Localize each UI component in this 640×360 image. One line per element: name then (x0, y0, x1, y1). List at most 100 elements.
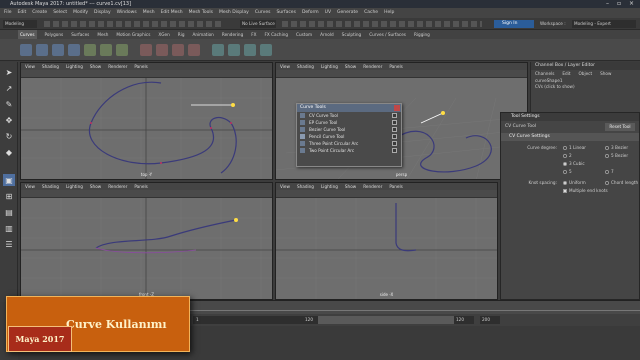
shelf-tab-polygons[interactable]: Polygons (45, 30, 64, 39)
cb-menu-edit[interactable]: Edit (562, 70, 570, 78)
curve-path[interactable] (395, 130, 492, 173)
rotate-tool-icon[interactable]: ↻ (3, 130, 15, 142)
menu-mesh[interactable]: Mesh (143, 8, 155, 18)
four-pane-icon[interactable]: ⊞ (3, 190, 15, 202)
bezier-curve-tool-item[interactable]: Bezier Curve Tool (297, 126, 401, 133)
shelf-tab-rendering[interactable]: Rendering (222, 30, 243, 39)
vp-menu-view[interactable]: View (280, 183, 290, 190)
circle-icon[interactable] (100, 44, 112, 56)
close-icon[interactable]: × (629, 0, 634, 8)
vp-menu-renderer[interactable]: Renderer (363, 183, 382, 190)
vp-menu-view[interactable]: View (25, 63, 35, 70)
menu-surfaces[interactable]: Surfaces (276, 8, 296, 18)
menu-create[interactable]: Create (32, 8, 47, 18)
close-icon[interactable] (394, 105, 400, 111)
status-line-tool-icons[interactable] (44, 21, 224, 27)
shelf-tab-arnold[interactable]: Arnold (320, 30, 334, 39)
viewport-toolbar[interactable] (21, 70, 272, 78)
shelf-tab-custom[interactable]: Custom (296, 30, 312, 39)
sign-in-button[interactable]: Sign In (494, 20, 534, 28)
shelf-tab-xgen[interactable]: XGen (158, 30, 169, 39)
workspace-dropdown[interactable]: Modeling - Expert (572, 20, 636, 28)
cvs-link[interactable]: CVs (click to show) (531, 84, 640, 90)
vp-menu-view[interactable]: View (280, 63, 290, 70)
vp-menu-lighting[interactable]: Lighting (321, 183, 338, 190)
menu-deform[interactable]: Deform (302, 8, 319, 18)
menu-generate[interactable]: Generate (337, 8, 358, 18)
checkbox[interactable] (392, 134, 397, 139)
attach-curves-icon[interactable] (140, 44, 152, 56)
selected-cv[interactable] (441, 111, 445, 115)
shelf-tab-rigging[interactable]: Rigging (414, 30, 430, 39)
square-icon[interactable] (116, 44, 128, 56)
vp-menu-renderer[interactable]: Renderer (108, 183, 127, 190)
range-bar[interactable] (309, 316, 459, 324)
vp-menu-lighting[interactable]: Lighting (321, 63, 338, 70)
checkbox[interactable] (392, 127, 397, 132)
cb-menu-channels[interactable]: Channels (535, 70, 554, 78)
outliner-icon[interactable]: ☰ (3, 238, 15, 250)
shelf-tab-fx-caching[interactable]: FX Caching (265, 30, 289, 39)
shelf-tab-sculpting[interactable]: Sculpting (342, 30, 362, 39)
select-tool-icon[interactable]: ➤ (3, 66, 15, 78)
viewport-top[interactable]: View Shading Lighting Show Renderer Pane… (20, 62, 273, 180)
menu-edit[interactable]: Edit (18, 8, 27, 18)
degree-option-7[interactable]: 7 (605, 168, 614, 176)
loft-icon[interactable] (228, 44, 240, 56)
scale-tool-icon[interactable]: ◆ (3, 146, 15, 158)
reverse-curve-icon[interactable] (188, 44, 200, 56)
menu-file[interactable]: File (4, 8, 12, 18)
planar-icon[interactable] (260, 44, 272, 56)
multiple-end-knots-checkbox[interactable]: Multiple end knots (563, 187, 608, 195)
selected-cv[interactable] (231, 103, 235, 107)
minimize-icon[interactable]: – (606, 0, 609, 8)
vp-menu-show[interactable]: Show (90, 183, 101, 190)
vp-menu-panels[interactable]: Panels (389, 183, 402, 190)
persp-graph-icon[interactable]: ▥ (3, 222, 15, 234)
menu-help[interactable]: Help (384, 8, 394, 18)
cv-curve-settings-section[interactable]: CV Curve Settings (501, 133, 639, 141)
menu-cache[interactable]: Cache (364, 8, 378, 18)
shelf-tab-curves[interactable]: Curves (18, 30, 37, 39)
viewport-toolbar[interactable] (276, 190, 497, 198)
ep-curve-icon[interactable] (36, 44, 48, 56)
viewport-front[interactable]: View Shading Lighting Show Renderer Pane… (20, 182, 273, 300)
move-tool-icon[interactable]: ✥ (3, 114, 15, 126)
vp-menu-panels[interactable]: Panels (134, 183, 147, 190)
ep-curve-tool-item[interactable]: EP Curve Tool (297, 119, 401, 126)
cv-curve-tool-item[interactable]: CV Curve Tool (297, 112, 401, 119)
menu-display[interactable]: Display (94, 8, 111, 18)
checkbox[interactable] (392, 148, 397, 153)
curve-path[interactable] (95, 219, 237, 249)
maximize-icon[interactable]: ▫ (617, 0, 621, 8)
knot-option-uniform[interactable]: Uniform (563, 179, 586, 187)
viewport-canvas[interactable]: front -Z (21, 198, 272, 299)
arc-icon[interactable] (84, 44, 96, 56)
vp-menu-panels[interactable]: Panels (134, 63, 147, 70)
extrude-icon[interactable] (244, 44, 256, 56)
degree-option-3-bezier[interactable]: 3 Bezier (605, 144, 628, 152)
degree-option-5[interactable]: 5 (563, 168, 572, 176)
shelf-tab-rig[interactable]: Rig (178, 30, 185, 39)
paint-select-icon[interactable]: ✎ (3, 98, 15, 110)
curve-tools-titlebar[interactable]: Curve Tools (297, 104, 401, 112)
pencil-curve-icon[interactable] (68, 44, 80, 56)
shelf-tab-surfaces[interactable]: Surfaces (71, 30, 89, 39)
vp-menu-shading[interactable]: Shading (42, 63, 59, 70)
reset-tool-button[interactable]: Reset Tool (605, 123, 635, 131)
vp-menu-show[interactable]: Show (345, 63, 356, 70)
degree-option-5-bezier[interactable]: 5 Bezier (605, 152, 628, 160)
checkbox[interactable] (392, 141, 397, 146)
viewport-side[interactable]: View Shading Lighting Show Renderer Pane… (275, 182, 498, 300)
vp-menu-shading[interactable]: Shading (42, 183, 59, 190)
vp-menu-show[interactable]: Show (90, 63, 101, 70)
menu-modify[interactable]: Modify (73, 8, 88, 18)
menu-uv[interactable]: UV (325, 8, 331, 18)
range-marker-field[interactable]: 120 (304, 316, 318, 324)
menu-edit-mesh[interactable]: Edit Mesh (161, 8, 183, 18)
degree-option-3-cubic[interactable]: 3 Cubic (563, 160, 585, 168)
live-surface-field[interactable]: No Live Surface (240, 20, 276, 28)
menu-mesh-tools[interactable]: Mesh Tools (189, 8, 213, 18)
outliner-layout-icon[interactable]: ▤ (3, 206, 15, 218)
vp-menu-show[interactable]: Show (345, 183, 356, 190)
